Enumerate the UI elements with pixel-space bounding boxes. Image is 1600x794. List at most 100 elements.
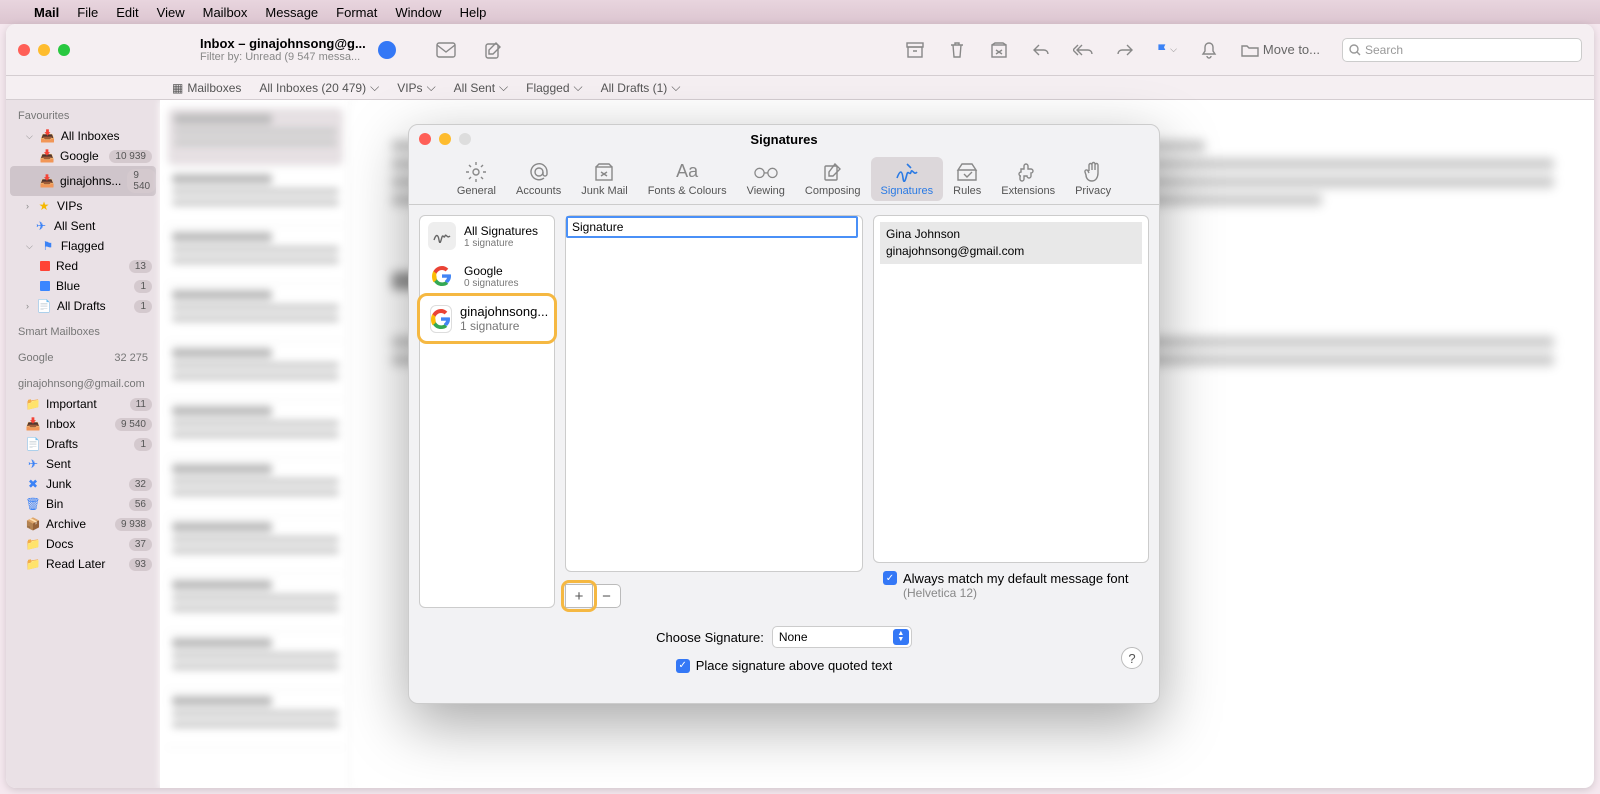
choose-signature-select[interactable]: None ▲▼ <box>772 626 912 648</box>
add-remove-buttons: + − <box>565 584 863 608</box>
tab-signatures[interactable]: Signatures <box>871 157 944 201</box>
forward-icon[interactable] <box>1115 41 1135 59</box>
moveto-button[interactable]: Move to... <box>1241 42 1320 57</box>
sidebar-vips[interactable]: ›★VIPs <box>6 196 160 216</box>
window-subtitle-text: Filter by: Unread (9 547 messa... <box>200 51 366 63</box>
window-title-text: Inbox – ginajohnsong@g... <box>200 36 366 51</box>
traffic-lights <box>18 44 70 56</box>
menu-file[interactable]: File <box>77 5 98 20</box>
remove-signature-button[interactable]: − <box>593 584 621 608</box>
sidebar-account-header: ginajohnsong@gmail.com <box>6 374 160 394</box>
tab-accounts[interactable]: Accounts <box>506 157 571 201</box>
signatures-column: + − <box>565 215 863 608</box>
sidebar-inbox[interactable]: 📥Inbox9 540 <box>6 414 160 434</box>
menu-window[interactable]: Window <box>395 5 441 20</box>
sidebar-allsent[interactable]: ✈All Sent <box>6 216 160 236</box>
gear-icon <box>464 161 488 183</box>
zoom-window-button[interactable] <box>58 44 70 56</box>
reply-all-icon[interactable] <box>1073 41 1093 59</box>
menu-edit[interactable]: Edit <box>116 5 138 20</box>
search-icon <box>1349 44 1361 56</box>
sidebar-bin[interactable]: 🗑Bin56 <box>6 494 160 514</box>
minimize-window-button[interactable] <box>38 44 50 56</box>
filter-row: ▦ Mailboxes All Inboxes (20 479) ⌵ VIPs … <box>6 76 1594 100</box>
sidebar: Favourites ⌵📥All Inboxes 📥Google10 939 📥… <box>6 100 160 788</box>
sidebar-blue-flag[interactable]: Blue1 <box>6 276 160 296</box>
sidebar-readlater[interactable]: 📁Read Later93 <box>6 554 160 574</box>
compose-icon[interactable] <box>484 41 504 59</box>
filter-allinboxes[interactable]: All Inboxes (20 479) ⌵ <box>259 80 379 95</box>
choose-signature-label: Choose Signature: <box>656 630 764 645</box>
junk-tab-icon <box>592 161 616 183</box>
mute-icon[interactable] <box>1199 41 1219 59</box>
envelope-icon[interactable] <box>436 41 456 59</box>
menu-app[interactable]: Mail <box>34 5 59 20</box>
sidebar-allinboxes[interactable]: ⌵📥All Inboxes <box>6 126 160 146</box>
filter-vips[interactable]: VIPs ⌵ <box>397 80 435 95</box>
trash-icon[interactable] <box>947 41 967 59</box>
sidebar-drafts[interactable]: 📄Drafts1 <box>6 434 160 454</box>
pref-titlebar: Signatures <box>409 125 1159 153</box>
red-flag-icon <box>40 261 50 271</box>
preview-content: Gina Johnson ginajohnsong@gmail.com <box>880 222 1142 264</box>
sidebar-red-flag[interactable]: Red13 <box>6 256 160 276</box>
sidebar-smart-header: Smart Mailboxes <box>6 322 160 342</box>
sidebar-alldrafts[interactable]: ›📄All Drafts1 <box>6 296 160 316</box>
glasses-icon <box>754 161 778 183</box>
tab-fonts[interactable]: AaFonts & Colours <box>638 157 737 201</box>
junk-icon[interactable] <box>989 41 1009 59</box>
menu-mailbox[interactable]: Mailbox <box>203 5 248 20</box>
tab-rules[interactable]: Rules <box>943 157 991 201</box>
sidebar-junk[interactable]: ✖Junk32 <box>6 474 160 494</box>
add-signature-button[interactable]: + <box>565 584 593 608</box>
menu-message[interactable]: Message <box>265 5 318 20</box>
flag-icon[interactable]: ⌵ <box>1157 41 1177 59</box>
always-match-row: ✓ Always match my default message font (… <box>873 563 1149 608</box>
signature-preview[interactable]: Gina Johnson ginajohnsong@gmail.com <box>873 215 1149 563</box>
accounts-column: All Signatures1 signature Google0 signat… <box>419 215 555 608</box>
signature-icon <box>895 161 919 183</box>
place-above-label: Place signature above quoted text <box>696 658 893 673</box>
puzzle-icon <box>1016 161 1040 183</box>
tab-viewing[interactable]: Viewing <box>737 157 795 201</box>
menu-view[interactable]: View <box>157 5 185 20</box>
sidebar-sent[interactable]: ✈Sent <box>6 454 160 474</box>
sidebar-google[interactable]: 📥Google10 939 <box>6 146 160 166</box>
select-arrow-icon: ▲▼ <box>893 629 909 645</box>
compose-tab-icon <box>821 161 845 183</box>
sidebar-docs[interactable]: 📁Docs37 <box>6 534 160 554</box>
at-icon <box>527 161 551 183</box>
filter-flagged[interactable]: Flagged ⌵ <box>526 80 582 95</box>
account-gina[interactable]: ginajohnsong...1 signature <box>417 293 557 344</box>
help-button[interactable]: ? <box>1121 647 1143 669</box>
tab-extensions[interactable]: Extensions <box>991 157 1065 201</box>
place-above-checkbox[interactable]: ✓ <box>676 659 690 673</box>
menu-help[interactable]: Help <box>460 5 487 20</box>
close-window-button[interactable] <box>18 44 30 56</box>
tab-composing[interactable]: Composing <box>795 157 871 201</box>
titlebar: Inbox – ginajohnsong@g... Filter by: Unr… <box>6 24 1594 76</box>
archive-icon[interactable] <box>905 41 925 59</box>
mailboxes-button[interactable]: ▦ Mailboxes <box>172 81 241 95</box>
sidebar-important[interactable]: 📁Important11 <box>6 394 160 414</box>
sidebar-flagged[interactable]: ⌵⚑Flagged <box>6 236 160 256</box>
blue-flag-icon <box>40 281 50 291</box>
status-indicator[interactable] <box>378 41 396 59</box>
sidebar-archive[interactable]: 📦Archive9 938 <box>6 514 160 534</box>
filter-alldrafts[interactable]: All Drafts (1) ⌵ <box>601 80 681 95</box>
account-google[interactable]: Google0 signatures <box>420 256 554 296</box>
tab-privacy[interactable]: Privacy <box>1065 157 1121 201</box>
tab-general[interactable]: General <box>447 157 506 201</box>
always-match-checkbox[interactable]: ✓ <box>883 571 897 585</box>
sidebar-gina-inbox[interactable]: 📥ginajohns...9 540 <box>10 166 156 196</box>
tab-junk[interactable]: Junk Mail <box>571 157 637 201</box>
rules-icon <box>955 161 979 183</box>
reply-icon[interactable] <box>1031 41 1051 59</box>
menu-format[interactable]: Format <box>336 5 377 20</box>
pref-title: Signatures <box>409 132 1159 147</box>
search-input[interactable]: Search <box>1342 38 1582 62</box>
signature-name-input[interactable] <box>566 216 858 238</box>
filter-allsent[interactable]: All Sent ⌵ <box>454 80 508 95</box>
account-all-signatures[interactable]: All Signatures1 signature <box>420 216 554 256</box>
sidebar-favourites-header: Favourites <box>6 106 160 126</box>
